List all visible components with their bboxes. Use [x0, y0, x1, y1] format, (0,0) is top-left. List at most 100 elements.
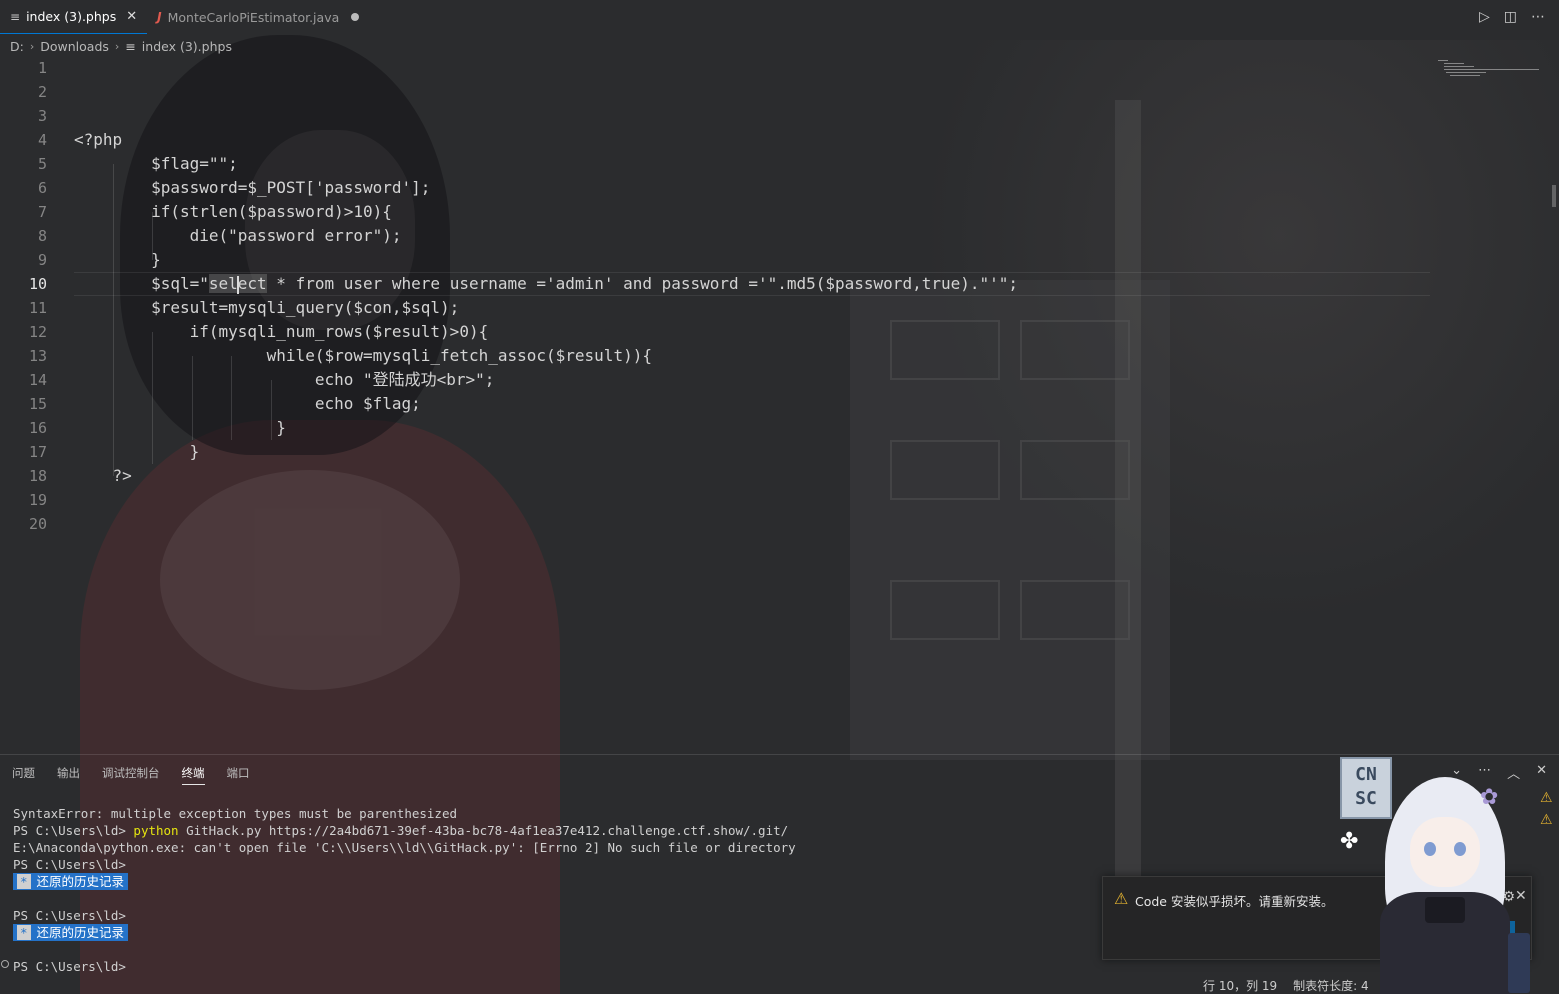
code-line: 3: [0, 104, 1430, 128]
line-number: 18: [28, 467, 47, 485]
breadcrumb: D: › Downloads › ≡ index (3).phps: [10, 37, 232, 55]
terminal-prompt: PS C:\Users\ld>: [13, 857, 126, 872]
mascot-face: [1410, 817, 1480, 887]
code-line: 17 }: [0, 440, 1430, 464]
line-number: 6: [37, 179, 47, 197]
minimap-line: [1444, 63, 1464, 64]
tab-debug-console[interactable]: 调试控制台: [102, 765, 160, 785]
line-number: 1: [37, 59, 47, 77]
tab-montecarlo-java[interactable]: J MonteCarloPiEstimator.java: [147, 0, 369, 34]
tab-ports[interactable]: 端口: [227, 765, 250, 785]
close-icon[interactable]: ✕: [126, 9, 137, 24]
run-icon[interactable]: ▷: [1479, 9, 1490, 25]
code-line: 19: [0, 488, 1430, 512]
line-code: die("password error");: [74, 226, 402, 245]
restored-history-badge: * 还原的历史记录: [13, 924, 129, 941]
warning-icon[interactable]: ⚠: [1540, 812, 1553, 828]
line-number: 11: [28, 299, 47, 317]
panel-tabs: 问题 输出 调试控制台 终端 端口: [12, 765, 250, 785]
tab-problems[interactable]: 问题: [12, 765, 35, 785]
code-line: 18 ?>: [0, 464, 1430, 488]
mascot-overlay: CN SC ✤ ✿: [1340, 757, 1540, 994]
code-line: 16 }: [0, 416, 1430, 440]
restore-star: *: [17, 874, 31, 889]
unsaved-dot-icon[interactable]: [351, 13, 360, 21]
tab-output[interactable]: 输出: [57, 765, 80, 785]
warning-icon[interactable]: ⚠: [1540, 790, 1553, 806]
breadcrumb-file[interactable]: index (3).phps: [142, 39, 232, 54]
line-number: 20: [28, 515, 47, 533]
breadcrumb-drive[interactable]: D:: [10, 39, 24, 54]
code-segment: ect: [237, 274, 267, 293]
flower-icon: ✤: [1340, 829, 1359, 854]
code-line: 6 $password=$_POST['password'];: [0, 176, 1430, 200]
terminal-prompt: PS C:\Users\ld>: [13, 823, 134, 838]
breadcrumb-folder[interactable]: Downloads: [40, 39, 109, 54]
line-code: $flag="";: [74, 154, 238, 173]
restore-text: 还原的历史记录: [36, 925, 125, 940]
line-code: $result=mysqli_query($con,$sql);: [74, 298, 460, 317]
mascot-eye: [1454, 842, 1466, 856]
split-editor-icon[interactable]: ◫: [1504, 9, 1517, 25]
code-line: 20: [0, 512, 1430, 536]
code-line: 15 echo $flag;: [0, 392, 1430, 416]
code-line: 4 <?php: [0, 128, 1430, 152]
restore-star: *: [17, 925, 31, 940]
terminal-line: SyntaxError: multiple exception types mu…: [13, 806, 458, 821]
line-number: 15: [28, 395, 47, 413]
code-line: 14 echo "登陆成功<br>";: [0, 368, 1430, 392]
minimap[interactable]: [1438, 60, 1539, 100]
line-code: <?php: [74, 130, 123, 149]
lines-file-icon: ≡: [10, 9, 21, 24]
line-code: }: [74, 418, 286, 437]
line-code: while($row=mysqli_fetch_assoc($result)){: [74, 346, 652, 365]
line-number: 19: [28, 491, 47, 509]
line-number: 13: [28, 347, 47, 365]
line-number: 17: [28, 443, 47, 461]
code-segment: $sql=": [74, 274, 209, 293]
more-actions-icon[interactable]: ⋯: [1531, 9, 1545, 25]
lines-file-icon: ≡: [125, 38, 136, 54]
terminal-command-decoration-icon[interactable]: [1, 960, 9, 968]
line-code: echo "登陆成功<br>";: [74, 370, 495, 389]
status-cursor-position[interactable]: 行 10，列 19: [1203, 977, 1277, 994]
code-line-current: 10 $sql="select * from user where userna…: [0, 272, 1430, 296]
mascot-toolbar[interactable]: [1508, 933, 1530, 993]
code-line: 9 }: [0, 248, 1430, 272]
code-line: 5 $flag="";: [0, 152, 1430, 176]
tab-label: MonteCarloPiEstimator.java: [167, 9, 340, 25]
terminal-prompt: PS C:\Users\ld>: [13, 908, 126, 923]
code-line: 7 if(strlen($password)>10){: [0, 200, 1430, 224]
line-code: if(strlen($password)>10){: [74, 202, 392, 221]
code-segment: * from user where username ='admin' and …: [266, 274, 1019, 293]
terminal-output[interactable]: SyntaxError: multiple exception types mu…: [13, 805, 796, 975]
line-code: }: [74, 442, 200, 461]
terminal-args: GitHack.py https://2a4bd671-39ef-43ba-bc…: [178, 823, 789, 838]
restore-text: 还原的历史记录: [36, 874, 125, 889]
scrollbar-thumb[interactable]: [1552, 185, 1556, 207]
restored-history-badge: * 还原的历史记录: [13, 873, 129, 890]
line-number: 2: [37, 83, 47, 101]
minimap-line: [1446, 72, 1486, 73]
mascot-eye: [1424, 842, 1436, 856]
tab-index-phps[interactable]: ≡ index (3).phps ✕: [0, 0, 148, 34]
line-number: 9: [37, 251, 47, 269]
line-number: 8: [37, 227, 47, 245]
mascot-bow: [1425, 897, 1465, 923]
line-code: if(mysqli_num_rows($result)>0){: [74, 322, 489, 341]
tab-terminal[interactable]: 终端: [181, 765, 205, 785]
mascot-logo: CN SC: [1340, 757, 1392, 819]
line-number: 16: [28, 419, 47, 437]
tab-label: index (3).phps: [26, 9, 117, 24]
line-code: echo $flag;: [74, 394, 421, 413]
minimap-line: [1450, 75, 1480, 76]
line-number: 10: [28, 275, 47, 293]
code-editor[interactable]: 1 2 3 4 <?php 5 $flag=""; 6 $password=$_P…: [0, 56, 1559, 746]
chevron-right-icon: ›: [114, 39, 120, 53]
line-code: $sql="select * from user where username …: [74, 272, 1018, 296]
warning-icon: ⚠: [1114, 889, 1129, 908]
java-file-icon: J: [157, 10, 162, 24]
minimap-line: [1444, 66, 1474, 67]
terminal-command: python: [133, 823, 179, 838]
line-code: ?>: [74, 466, 132, 485]
